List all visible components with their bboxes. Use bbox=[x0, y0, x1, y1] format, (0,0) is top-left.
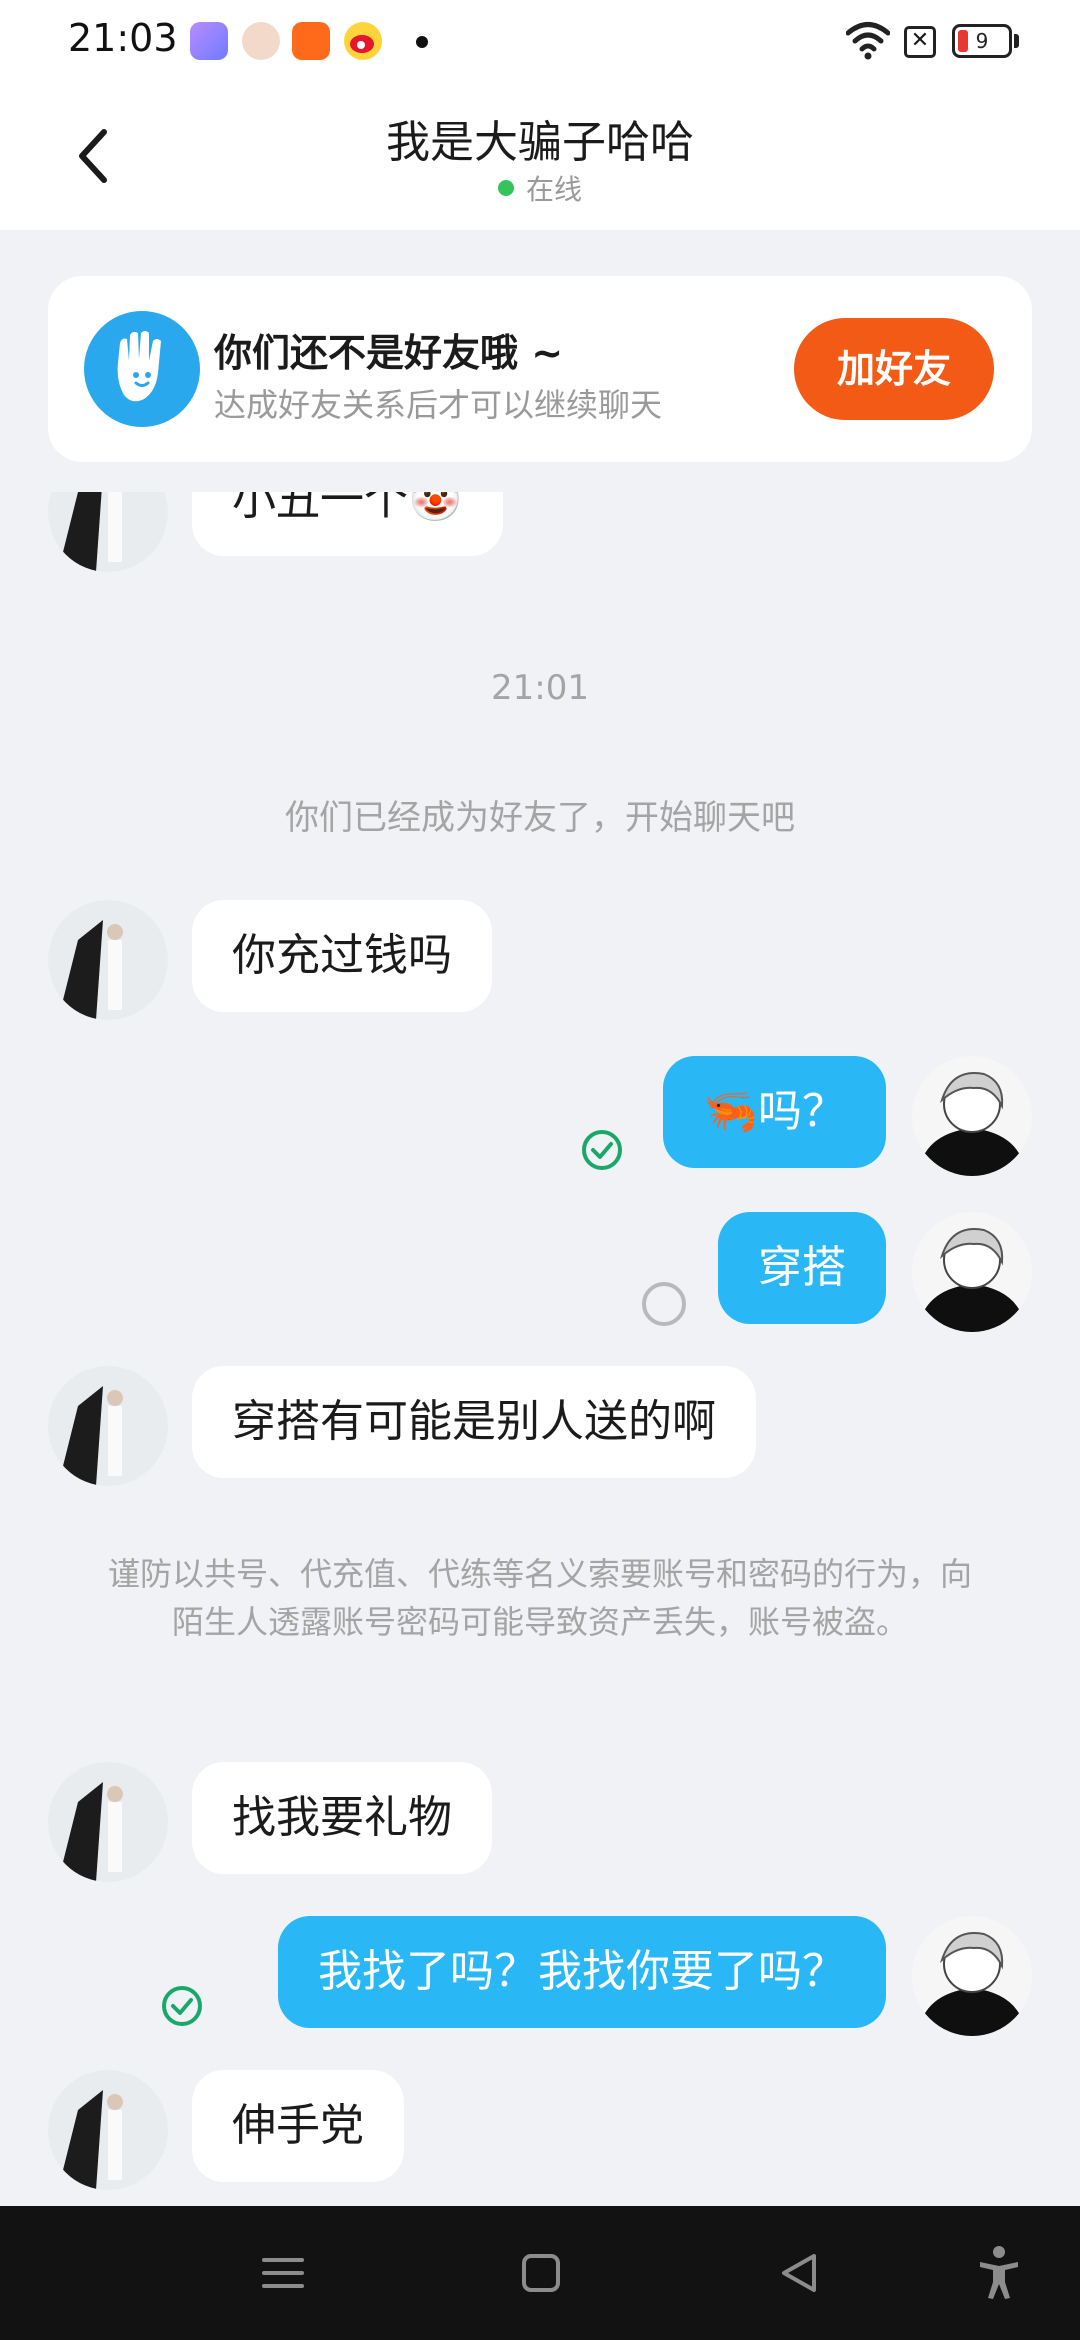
chat-title: 我是大骗子哈哈 bbox=[386, 117, 694, 168]
not-friend-banner: 你们还不是好友哦 ~ 达成好友关系后才可以继续聊天 加好友 bbox=[48, 276, 1032, 462]
message-timestamp: 21:01 bbox=[491, 668, 589, 708]
message-bubble-incoming[interactable]: 穿搭有可能是别人送的啊 bbox=[192, 1366, 756, 1478]
pending-status-icon bbox=[642, 1282, 686, 1326]
message-bubble-incoming[interactable]: 伸手党 bbox=[192, 2070, 404, 2182]
battery-icon: 9 bbox=[952, 24, 1012, 58]
message-bubble-incoming[interactable]: 找我要礼物 bbox=[192, 1762, 492, 1874]
menu-button[interactable] bbox=[246, 2236, 320, 2310]
message-bubble-partial[interactable]: 小丑一个🤡 bbox=[192, 492, 503, 556]
wifi-icon bbox=[846, 22, 890, 60]
read-check-icon bbox=[160, 1984, 204, 2028]
app-icon-avatar bbox=[242, 22, 280, 60]
contact-avatar[interactable] bbox=[48, 2070, 168, 2190]
message-bubble-outgoing[interactable]: 🦐吗？ bbox=[663, 1056, 886, 1168]
waving-hand-icon bbox=[84, 311, 200, 427]
security-warning: 谨防以共号、代充值、代练等名义索要账号和密码的行为，向陌生人透露账号密码可能导致… bbox=[107, 1555, 972, 1641]
home-icon bbox=[522, 2254, 560, 2292]
self-avatar[interactable] bbox=[912, 1056, 1032, 1176]
self-avatar[interactable] bbox=[912, 1916, 1032, 2036]
system-note: 你们已经成为好友了，开始聊天吧 bbox=[285, 798, 795, 838]
status-bar: 21:03 ✕ 9 bbox=[0, 0, 1080, 84]
accessibility-icon bbox=[980, 2246, 1018, 2299]
back-nav-button[interactable] bbox=[762, 2236, 836, 2310]
app-icon-orange bbox=[292, 22, 330, 60]
chat-header: 我是大骗子哈哈 在线 bbox=[0, 84, 1080, 230]
accessibility-button[interactable] bbox=[962, 2236, 1036, 2310]
chat-messages[interactable]: 小丑一个🤡 21:01 你们已经成为好友了，开始聊天吧 你充过钱吗 🦐吗？ 穿搭… bbox=[0, 492, 1080, 2204]
no-sim-icon: ✕ bbox=[904, 26, 936, 58]
system-nav-bar bbox=[0, 2206, 1080, 2340]
status-time: 21:03 bbox=[68, 16, 178, 60]
menu-icon bbox=[262, 2258, 304, 2288]
self-avatar[interactable] bbox=[912, 1212, 1032, 1332]
notification-dot bbox=[416, 36, 428, 48]
message-bubble-outgoing[interactable]: 我找了吗？我找你要了吗？ bbox=[278, 1916, 886, 2028]
online-dot-icon bbox=[497, 180, 514, 196]
app-icon-purple bbox=[190, 22, 228, 60]
read-check-icon bbox=[580, 1128, 624, 1172]
contact-avatar[interactable] bbox=[48, 1762, 168, 1882]
home-button[interactable] bbox=[504, 2236, 578, 2310]
battery-tip bbox=[1014, 34, 1019, 48]
battery-level-text: 9 bbox=[975, 29, 989, 53]
weibo-icon bbox=[344, 22, 382, 60]
add-friend-button[interactable]: 加好友 bbox=[794, 318, 994, 420]
contact-avatar[interactable] bbox=[48, 900, 168, 1020]
back-triangle-icon bbox=[782, 2254, 816, 2292]
presence-label: 在线 bbox=[525, 173, 582, 206]
message-bubble-outgoing[interactable]: 穿搭 bbox=[718, 1212, 886, 1324]
message-bubble-incoming[interactable]: 你充过钱吗 bbox=[192, 900, 492, 1012]
contact-avatar[interactable] bbox=[48, 1366, 168, 1486]
presence-status: 在线 bbox=[0, 168, 1080, 208]
banner-subtitle: 达成好友关系后才可以继续聊天 bbox=[214, 386, 663, 424]
contact-avatar[interactable] bbox=[48, 492, 168, 572]
banner-title: 你们还不是好友哦 ~ bbox=[214, 331, 564, 375]
